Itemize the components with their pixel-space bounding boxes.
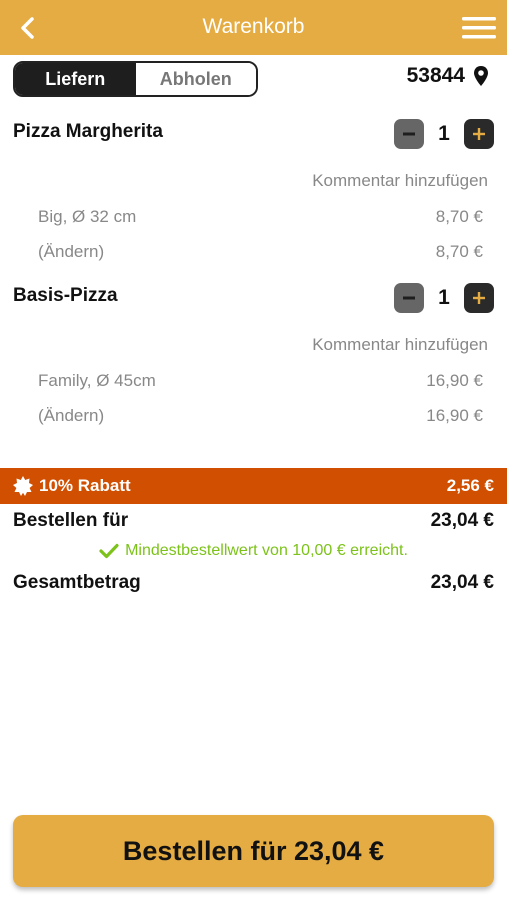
- quantity-stepper: 1: [394, 119, 494, 149]
- change-option-link[interactable]: (Ändern): [38, 242, 104, 262]
- order-for-label: Bestellen für: [13, 510, 129, 531]
- top-bar: Warenkorb: [0, 0, 507, 55]
- discount-value: 2,56 €: [446, 476, 494, 495]
- checkmark-icon: [99, 543, 119, 559]
- quantity-value: 1: [438, 286, 450, 309]
- deliver-option[interactable]: Liefern: [15, 63, 136, 95]
- decrease-quantity-button[interactable]: [394, 283, 424, 313]
- menu-button[interactable]: [461, 14, 497, 42]
- discount-bar: 10% Rabatt 2,56 €: [0, 468, 507, 504]
- item-option-label: Family, Ø 45cm: [38, 371, 156, 390]
- total-label: Gesamtbetrag: [13, 572, 141, 593]
- add-comment-link[interactable]: Kommentar hinzufügen: [312, 335, 488, 355]
- quantity-stepper: 1: [394, 283, 494, 313]
- plus-icon: [473, 292, 485, 304]
- place-order-button[interactable]: Bestellen für 23,04 €: [13, 815, 494, 887]
- order-for-value: 23,04 €: [430, 510, 494, 531]
- item-option-price: 8,70 €: [435, 242, 483, 261]
- cart-item-name: Basis-Pizza: [13, 285, 118, 306]
- plus-icon: [473, 128, 485, 140]
- add-comment-link[interactable]: Kommentar hinzufügen: [312, 171, 488, 191]
- delivery-mode-toggle: Liefern Abholen: [13, 61, 258, 97]
- minus-icon: [403, 132, 415, 136]
- total-value: 23,04 €: [430, 572, 494, 593]
- page-title: Warenkorb: [202, 15, 305, 38]
- item-option-price: 16,90 €: [426, 406, 483, 425]
- zip-code-selector[interactable]: 53844: [407, 64, 489, 88]
- location-pin-icon: [474, 66, 488, 86]
- discount-badge-icon: [13, 476, 33, 496]
- discount-label: 10% Rabatt: [39, 476, 131, 495]
- item-option-price: 8,70 €: [435, 207, 483, 226]
- minus-icon: [403, 296, 415, 300]
- increase-quantity-button[interactable]: [464, 283, 494, 313]
- zip-code: 53844: [406, 64, 465, 87]
- pickup-option[interactable]: Abholen: [135, 63, 256, 95]
- item-option-label: Big, Ø 32 cm: [38, 207, 137, 226]
- quantity-value: 1: [438, 122, 450, 145]
- hamburger-menu-icon: [462, 17, 496, 39]
- discount-label-group: 10% Rabatt: [13, 476, 131, 496]
- increase-quantity-button[interactable]: [464, 119, 494, 149]
- min-order-text: Mindestbestellwert von 10,00 € erreicht.: [125, 542, 408, 559]
- item-option-price: 16,90 €: [426, 371, 483, 390]
- min-order-note: Mindestbestellwert von 10,00 € erreicht.: [0, 542, 507, 560]
- cart-item-name: Pizza Margherita: [13, 121, 163, 142]
- change-option-link[interactable]: (Ändern): [38, 406, 104, 426]
- decrease-quantity-button[interactable]: [394, 119, 424, 149]
